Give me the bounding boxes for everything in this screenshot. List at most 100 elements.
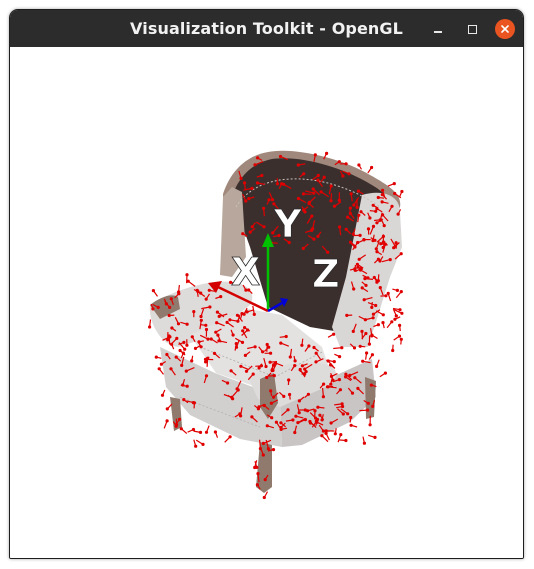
- normal-arrowhead: [314, 360, 318, 364]
- normal-arrowhead: [379, 242, 383, 246]
- normal-arrowhead: [311, 187, 315, 191]
- normal-arrowhead: [349, 192, 353, 196]
- normal-arrowhead: [312, 345, 316, 350]
- normal-arrowhead: [199, 318, 203, 322]
- normal-arrowhead: [315, 417, 320, 422]
- normal-arrowhead: [247, 197, 251, 201]
- normal-arrowhead: [239, 176, 243, 180]
- normal-arrowhead: [371, 316, 375, 320]
- normal-arrowhead: [307, 200, 312, 204]
- normal-arrowhead: [252, 312, 256, 316]
- normal-arrowhead: [329, 374, 334, 378]
- normal-arrowhead: [303, 418, 307, 422]
- normal-arrowhead: [393, 244, 397, 248]
- normal-arrowhead: [318, 413, 322, 417]
- normal-arrowhead: [353, 376, 357, 380]
- normal-arrowhead: [246, 328, 250, 332]
- normal-arrowhead: [355, 205, 359, 209]
- normal-arrowhead: [255, 181, 260, 185]
- normal-arrowhead: [235, 313, 239, 317]
- close-icon: [495, 19, 515, 39]
- normal-arrowhead: [279, 421, 283, 425]
- normal-arrowhead: [242, 181, 247, 185]
- normal-arrowhead: [157, 367, 161, 371]
- normal-arrowhead: [169, 367, 173, 371]
- normal-arrowhead: [201, 442, 205, 446]
- normal-arrowhead: [329, 199, 333, 203]
- normal-arrowhead: [213, 430, 217, 434]
- normal-arrowhead: [294, 414, 298, 418]
- normal-arrowhead: [204, 297, 208, 301]
- normal-arrowhead: [261, 453, 265, 457]
- normal-arrowhead: [199, 314, 203, 319]
- normal-arrowhead: [265, 342, 269, 347]
- normal-arrowhead: [204, 327, 209, 332]
- normal-arrowhead: [185, 343, 189, 347]
- normal-arrowhead: [260, 173, 264, 178]
- normal-arrowhead: [148, 325, 152, 329]
- normal-arrowhead: [231, 333, 235, 337]
- normal-arrowhead: [151, 289, 155, 293]
- normal-arrowhead: [214, 330, 218, 334]
- normal-arrowhead: [178, 348, 182, 353]
- normal-arrowhead: [170, 326, 174, 330]
- normal-arrowhead: [393, 191, 397, 196]
- normal-arrowhead: [263, 478, 267, 482]
- normal-arrowhead: [308, 419, 312, 424]
- normal-arrowhead: [337, 160, 341, 164]
- normal-arrowhead: [183, 347, 187, 351]
- normal-arrowhead: [320, 418, 324, 422]
- normal-arrowhead: [262, 206, 266, 210]
- normal-arrowhead: [358, 344, 362, 348]
- maximize-icon: [467, 24, 477, 34]
- normal-arrowhead: [185, 273, 189, 277]
- normal-arrowhead: [358, 233, 362, 237]
- normal-arrowhead: [347, 172, 351, 176]
- normal-arrowhead: [316, 173, 320, 178]
- normal-arrowhead: [356, 386, 360, 390]
- x-axis-label: X: [231, 250, 260, 294]
- normal-arrowhead: [176, 322, 181, 326]
- normal-arrowhead: [279, 341, 283, 345]
- minimize-button[interactable]: [428, 19, 448, 39]
- normal-arrowhead: [271, 368, 275, 372]
- normal-arrowhead: [280, 182, 284, 186]
- normal-arrowhead: [250, 225, 254, 229]
- normal-arrowhead: [300, 343, 304, 347]
- normal-arrowhead: [159, 362, 163, 366]
- normal-arrowhead: [352, 346, 357, 350]
- normal-arrowhead: [344, 372, 348, 376]
- normal-arrowhead: [341, 404, 345, 409]
- normal-arrowhead: [397, 334, 402, 338]
- normal-arrowhead: [228, 318, 232, 322]
- normal-arrowhead: [351, 232, 355, 236]
- title-bar[interactable]: Visualization Toolkit - OpenGL: [10, 10, 523, 47]
- normal-arrowhead: [275, 182, 280, 186]
- maximize-button[interactable]: [462, 19, 482, 39]
- normal-arrowhead: [165, 352, 169, 357]
- normal-arrowhead: [174, 355, 178, 359]
- normal-arrowhead: [228, 435, 232, 439]
- normal-arrowhead: [190, 335, 194, 339]
- normal-arrowhead: [256, 156, 260, 160]
- normal-arrowhead: [381, 234, 385, 238]
- render-viewport[interactable]: Y X Z: [10, 47, 523, 558]
- normal-arrowhead: [393, 317, 397, 321]
- close-button[interactable]: [495, 19, 515, 39]
- normal-arrowhead: [253, 465, 257, 470]
- normal-arrowhead: [390, 320, 394, 324]
- normal-arrowhead: [362, 441, 366, 445]
- normal-arrowhead: [199, 345, 203, 349]
- normal-arrowhead: [390, 204, 394, 208]
- normal-arrowhead: [255, 483, 259, 487]
- normal-arrowhead: [316, 405, 320, 409]
- normal-arrowhead: [216, 333, 220, 337]
- normal-arrowhead: [355, 262, 359, 266]
- normal-arrowhead: [391, 348, 395, 353]
- normal-arrowhead: [306, 392, 310, 396]
- normal-arrowhead: [238, 412, 242, 416]
- normal-arrowhead: [398, 323, 402, 327]
- normal-arrowhead: [348, 240, 353, 244]
- normal-arrowhead: [349, 415, 353, 420]
- normal-arrowhead: [375, 250, 379, 254]
